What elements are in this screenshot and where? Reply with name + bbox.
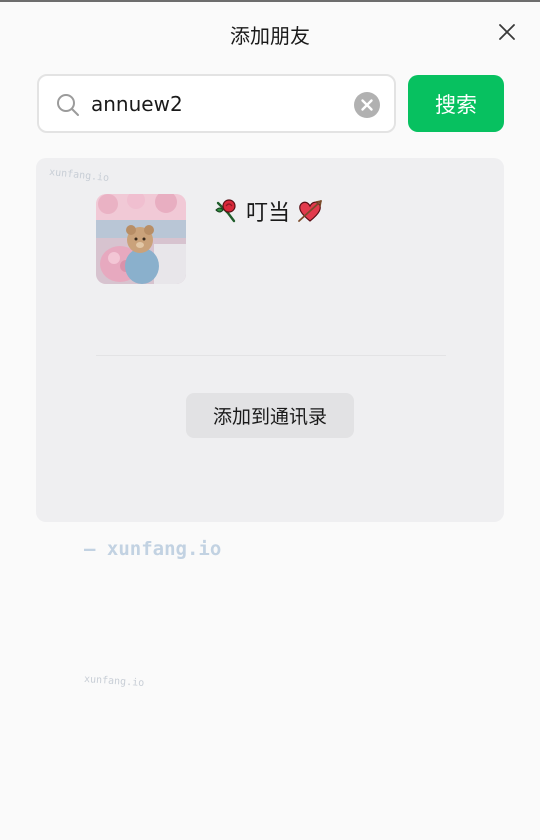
heart-arrow-icon (298, 200, 322, 222)
search-icon (57, 94, 79, 116)
search-button[interactable]: 搜索 (408, 75, 504, 132)
clear-icon (361, 99, 373, 111)
card-divider (96, 355, 446, 356)
rose-icon (215, 199, 236, 223)
clear-search-button[interactable] (354, 92, 380, 118)
window-top-border (0, 0, 540, 2)
avatar[interactable] (96, 194, 186, 284)
result-name: 叮当 (246, 201, 291, 226)
watermark-small-bottom: xunfang.io (83, 673, 145, 690)
avatar-image (96, 194, 186, 284)
close-icon[interactable] (497, 22, 517, 42)
result-name-row: 叮当 (212, 196, 324, 226)
search-result-card: 叮当 添加到通讯录 (36, 158, 504, 522)
search-box[interactable] (37, 74, 396, 133)
add-to-contacts-button[interactable]: 添加到通讯录 (186, 393, 354, 438)
window-title: 添加朋友 (230, 24, 310, 48)
search-input[interactable] (91, 86, 341, 122)
watermark-large: — xunfang.io (84, 538, 222, 560)
